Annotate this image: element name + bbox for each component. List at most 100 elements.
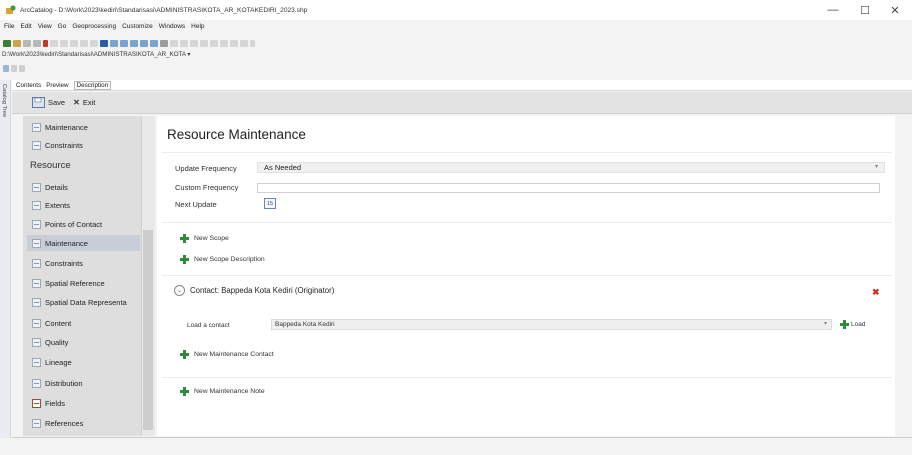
sidebar-item-fields[interactable]: Fields xyxy=(32,395,65,411)
zoom-in-icon[interactable] xyxy=(170,39,178,47)
catalog-window-icon[interactable] xyxy=(120,39,128,47)
plus-icon xyxy=(840,320,849,329)
menu-windows[interactable]: Windows xyxy=(159,23,185,30)
catalog-tree-side-tab[interactable]: Catalog Tree xyxy=(0,80,11,455)
menu-file[interactable]: File xyxy=(4,23,14,30)
large-icons-icon[interactable] xyxy=(70,39,78,47)
toolbar-options-icon[interactable] xyxy=(250,39,255,47)
sidebar-item-constraints-metadata[interactable]: Constraints xyxy=(32,137,83,153)
zoom-out-icon[interactable] xyxy=(180,39,188,47)
sidebar-item-label: References xyxy=(45,418,84,428)
document-icon xyxy=(32,418,41,428)
contact-header[interactable]: ⌄ Contact: Bappeda Kota Kediri (Originat… xyxy=(174,285,334,296)
custom-frequency-field[interactable] xyxy=(257,183,880,193)
sidebar-item-extents[interactable]: Extents xyxy=(32,197,70,213)
chevron-down-icon[interactable]: ⌄ xyxy=(174,285,185,296)
load-contact-button[interactable]: Load xyxy=(840,320,865,329)
create-thumbnail-icon[interactable] xyxy=(240,39,248,47)
measure-icon[interactable] xyxy=(220,39,228,47)
menu-customize[interactable]: Customize xyxy=(122,23,153,30)
exit-button[interactable]: ✕ Exit xyxy=(73,98,95,107)
paste-icon[interactable] xyxy=(33,39,41,47)
layer-icon[interactable] xyxy=(19,64,25,72)
sidebar-item-label: Lineage xyxy=(45,357,72,367)
menu-geoprocessing[interactable]: Geoprocessing xyxy=(72,23,116,30)
location-dropdown-icon[interactable]: ▾ xyxy=(187,51,190,58)
document-icon xyxy=(32,258,41,268)
pan-icon[interactable] xyxy=(190,39,198,47)
up-one-level-icon[interactable] xyxy=(3,39,11,47)
close-button[interactable]: ✕ xyxy=(880,0,910,20)
menu-edit[interactable]: Edit xyxy=(20,23,31,30)
sidebar-item-lineage[interactable]: Lineage xyxy=(32,354,72,370)
copy-icon[interactable] xyxy=(23,39,31,47)
undo-icon[interactable] xyxy=(50,39,58,47)
sidebar-item-spatial-data-representation[interactable]: Spatial Data Representa xyxy=(32,294,127,310)
update-frequency-select[interactable]: As Needed ▾ xyxy=(257,162,885,173)
sidebar-scrollbar-thumb[interactable] xyxy=(143,230,153,430)
sidebar-item-points-of-contact[interactable]: Points of Contact xyxy=(32,216,102,232)
sidebar-item-maintenance[interactable]: Maintenance xyxy=(32,235,88,251)
new-maintenance-contact-button[interactable]: New Maintenance Contact xyxy=(180,350,274,359)
plus-icon xyxy=(180,350,189,359)
custom-frequency-label: Custom Frequency xyxy=(175,183,239,192)
sidebar-item-maintenance-metadata[interactable]: Maintenance xyxy=(32,119,88,135)
sidebar-item-references[interactable]: References xyxy=(32,415,83,431)
python-icon[interactable] xyxy=(150,39,158,47)
list-icon[interactable] xyxy=(80,39,88,47)
identify-icon[interactable] xyxy=(210,39,218,47)
sidebar-item-distribution[interactable]: Distribution xyxy=(32,375,83,391)
menu-bar: File Edit View Go Geoprocessing Customiz… xyxy=(0,21,211,32)
sidebar-item-label: Spatial Data Representa xyxy=(45,297,127,307)
menu-go[interactable]: Go xyxy=(58,23,67,30)
sidebar-item-content[interactable]: Content xyxy=(32,315,71,331)
launch-arcmap-icon[interactable] xyxy=(110,39,118,47)
menu-help[interactable]: Help xyxy=(191,23,204,30)
new-maintenance-note-button[interactable]: New Maintenance Note xyxy=(180,387,265,396)
location-bar[interactable]: D:\Work\2023\kediri\Standarisasi\ADMINIS… xyxy=(2,51,190,58)
chevron-down-icon: ▾ xyxy=(823,321,827,327)
sidebar-item-label: Constraints xyxy=(45,140,83,150)
sidebar-item-label: Quality xyxy=(45,337,69,347)
new-scope-button[interactable]: New Scope xyxy=(180,234,229,243)
divider xyxy=(162,275,892,276)
tab-contents[interactable]: Contents xyxy=(16,82,41,89)
map-icon[interactable] xyxy=(3,64,9,72)
document-icon xyxy=(32,357,41,367)
sidebar-item-constraints[interactable]: Constraints xyxy=(32,255,83,271)
details-icon[interactable] xyxy=(90,39,98,47)
sidebar-item-quality[interactable]: Quality xyxy=(32,334,68,350)
document-icon xyxy=(32,337,41,347)
save-button[interactable]: Save xyxy=(32,97,65,108)
document-icon xyxy=(32,182,41,192)
pointer-icon[interactable] xyxy=(160,39,168,47)
hyperlink-icon[interactable] xyxy=(230,39,238,47)
search-window-icon[interactable] xyxy=(130,39,138,47)
folder-connect-icon[interactable] xyxy=(13,39,21,47)
minimize-button[interactable]: — xyxy=(818,0,848,20)
load-contact-select[interactable]: Bappeda Kota Kediri ▾ xyxy=(271,319,832,330)
sidebar-item-label: Details xyxy=(45,182,68,192)
new-scope-description-button[interactable]: New Scope Description xyxy=(180,255,265,264)
calendar-icon[interactable]: 15 xyxy=(264,198,276,209)
delete-icon[interactable] xyxy=(43,39,48,47)
sidebar-item-details[interactable]: Details xyxy=(32,179,68,195)
redo-icon[interactable] xyxy=(60,39,68,47)
maximize-button[interactable]: ☐ xyxy=(850,0,880,20)
metadata-icon[interactable] xyxy=(100,39,108,47)
full-extent-icon[interactable] xyxy=(200,39,208,47)
document-icon xyxy=(32,122,41,132)
delete-contact-icon[interactable]: ✖ xyxy=(872,287,880,298)
sidebar-item-label: Maintenance xyxy=(45,238,88,248)
location-path[interactable]: D:\Work\2023\kediri\Standarisasi\ADMINIS… xyxy=(2,51,186,58)
menu-view[interactable]: View xyxy=(38,23,52,30)
tab-preview[interactable]: Preview xyxy=(46,82,68,89)
new-maintenance-note-label: New Maintenance Note xyxy=(194,388,265,395)
error-icon xyxy=(32,398,41,408)
sidebar-item-spatial-reference[interactable]: Spatial Reference xyxy=(32,275,105,291)
globe-icon[interactable] xyxy=(11,64,17,72)
arctoolbox-icon[interactable] xyxy=(140,39,148,47)
document-icon xyxy=(32,378,41,388)
geography-toolbar xyxy=(0,63,25,73)
tab-description[interactable]: Description xyxy=(73,80,112,90)
